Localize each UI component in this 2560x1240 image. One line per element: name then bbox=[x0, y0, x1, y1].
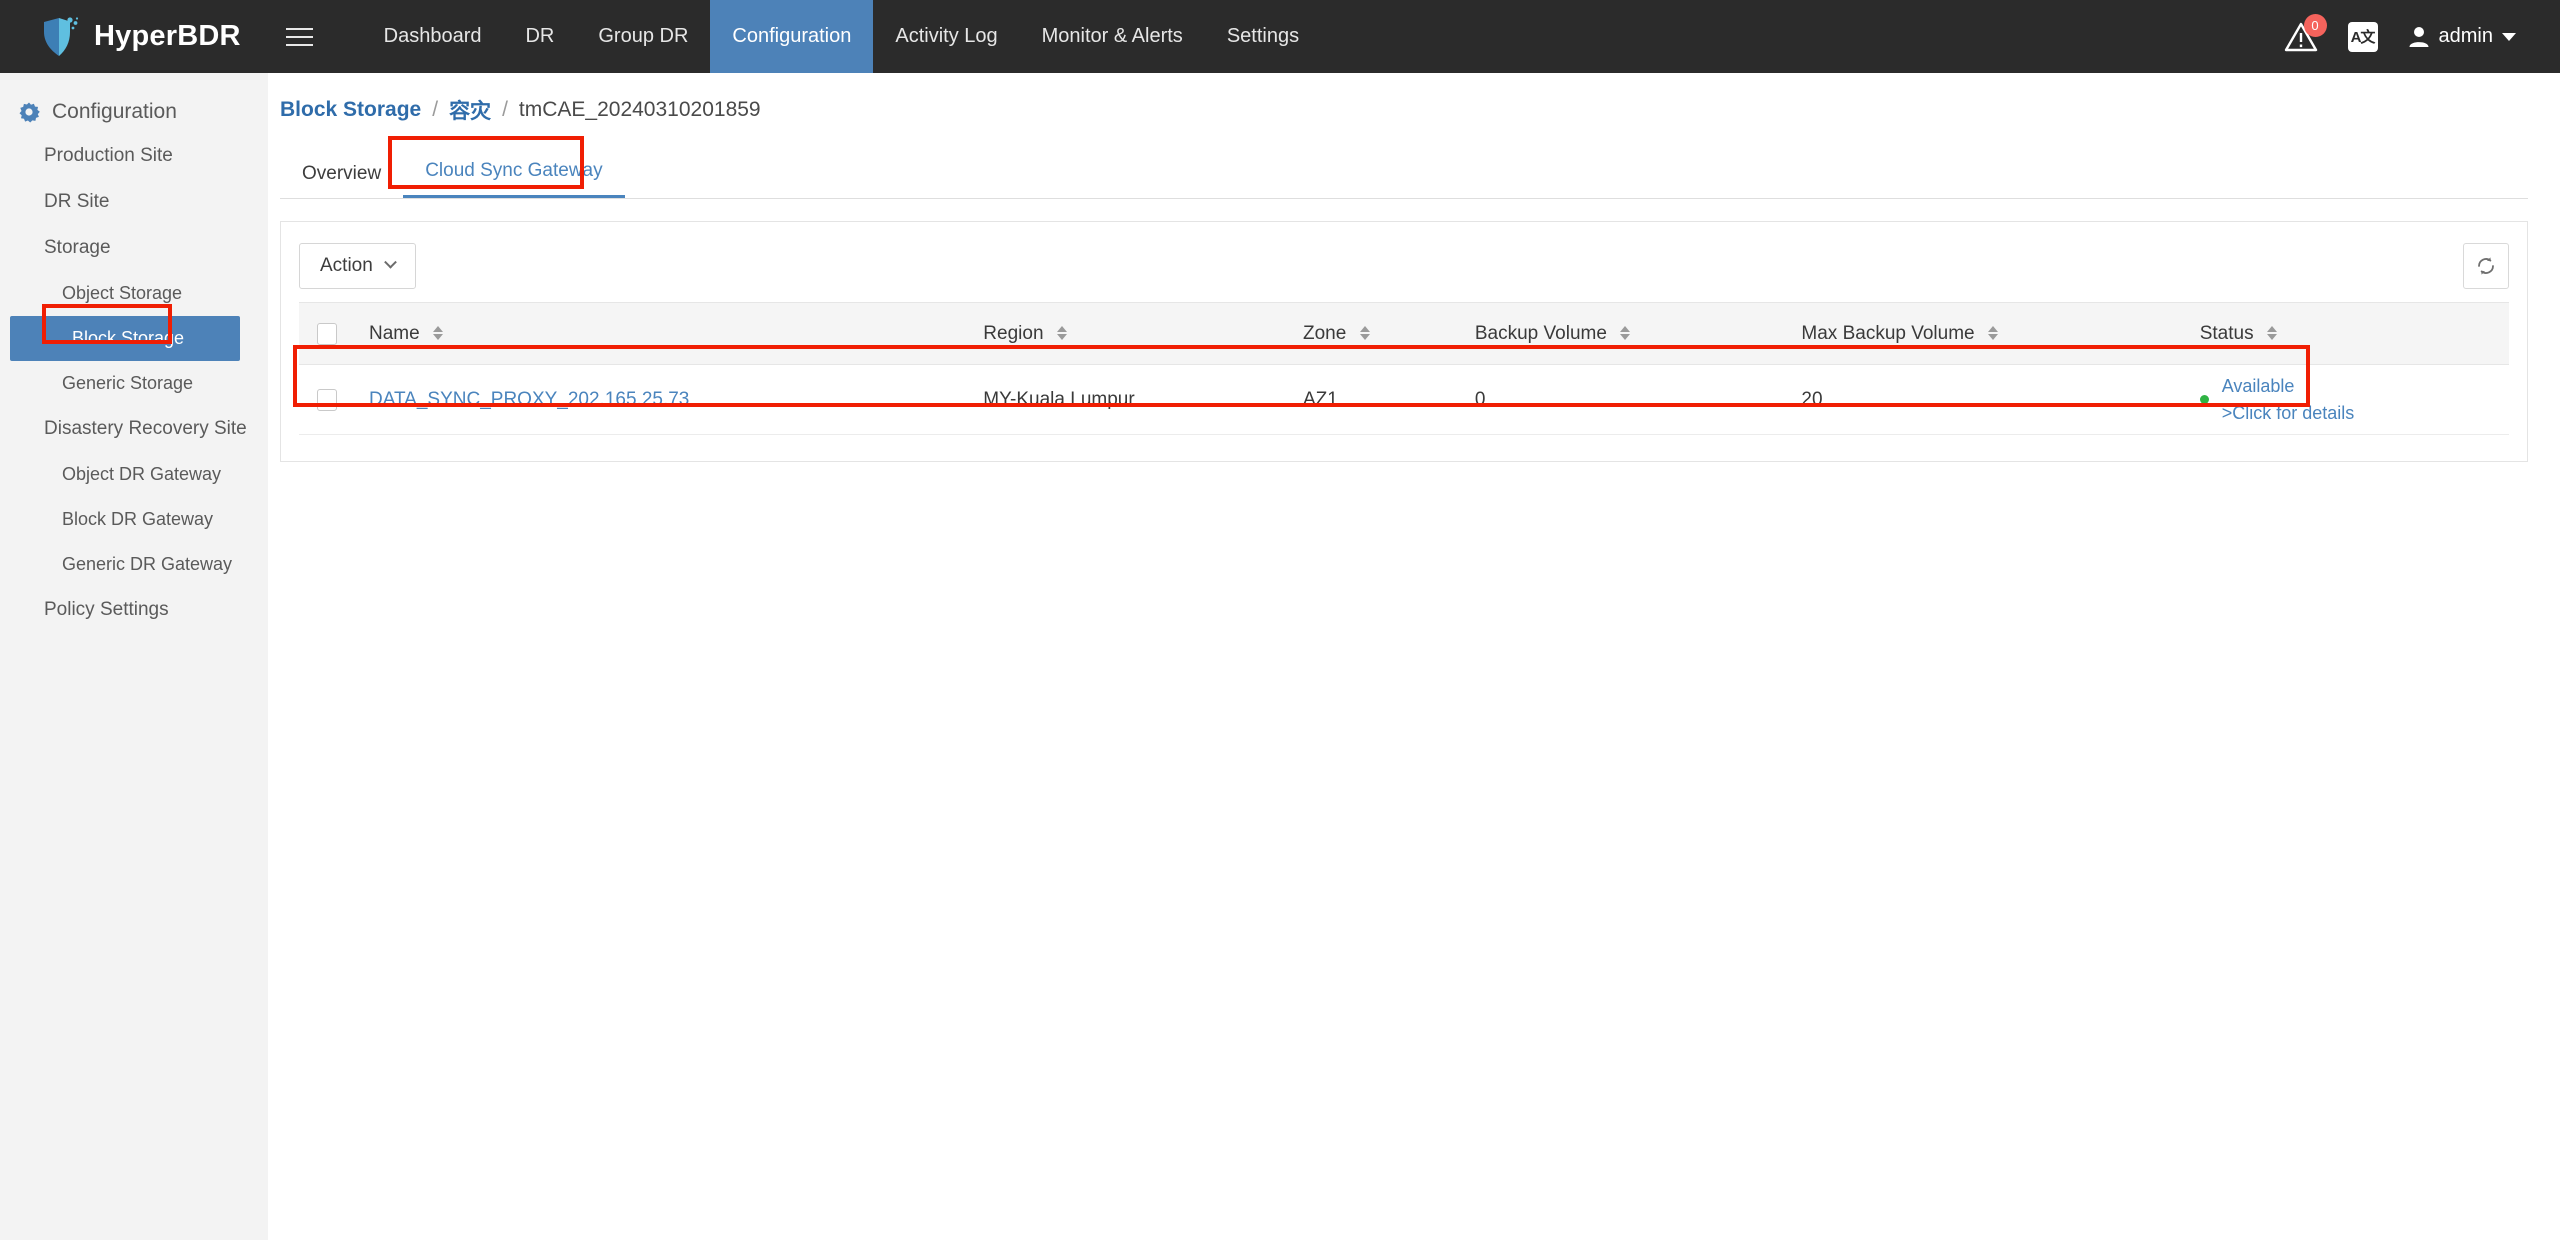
content-card: Action Name Region Zone Backup Volume Ma… bbox=[280, 221, 2528, 462]
status-text-group: Available >Click for details bbox=[2222, 375, 2355, 424]
sidebar-item-production-site[interactable]: Production Site bbox=[0, 133, 268, 179]
brand-name: HyperBDR bbox=[94, 20, 241, 52]
cell-backup-volume: 0 bbox=[1458, 364, 1786, 435]
column-header-region[interactable]: Region bbox=[967, 302, 1287, 365]
sidebar-item-generic-storage[interactable]: Generic Storage bbox=[0, 361, 268, 406]
table-header-row: Name Region Zone Backup Volume Max Backu… bbox=[299, 302, 2509, 365]
cloud-sync-gateway-table: Name Region Zone Backup Volume Max Backu… bbox=[299, 302, 2509, 435]
column-header-backup-volume[interactable]: Backup Volume bbox=[1458, 302, 1786, 365]
alert-warning-icon[interactable]: 0 bbox=[2284, 13, 2327, 54]
top-nav-actions: 0 A文 admin bbox=[2284, 13, 2516, 54]
breadcrumb-separator: / bbox=[502, 98, 508, 121]
brand[interactable]: HyperBDR bbox=[40, 16, 241, 58]
shield-logo-icon bbox=[40, 16, 80, 58]
sidebar-title-label: Configuration bbox=[52, 100, 177, 123]
column-label-backup-volume: Backup Volume bbox=[1474, 322, 1607, 344]
sort-icon[interactable] bbox=[432, 326, 443, 341]
column-header-max-backup-volume[interactable]: Max Backup Volume bbox=[1785, 302, 2184, 365]
sidebar-item-storage[interactable]: Storage bbox=[0, 225, 268, 271]
sidebar-item-object-dr-gateway[interactable]: Object DR Gateway bbox=[0, 452, 268, 497]
column-header-name[interactable]: Name bbox=[353, 302, 968, 365]
row-select-cell bbox=[299, 364, 353, 435]
nav-item-settings[interactable]: Settings bbox=[1205, 0, 1321, 73]
table-body: DATA_SYNC_PROXY_202.165.25.73 MY-Kuala L… bbox=[299, 364, 2509, 435]
sort-icon[interactable] bbox=[1620, 326, 1631, 341]
column-header-zone[interactable]: Zone bbox=[1287, 302, 1459, 365]
status-details-link[interactable]: >Click for details bbox=[2222, 402, 2355, 425]
column-header-status[interactable]: Status bbox=[2183, 302, 2509, 365]
tab-overview[interactable]: Overview bbox=[280, 163, 403, 198]
status-dot-icon bbox=[2199, 395, 2209, 404]
tab-bar: Overview Cloud Sync Gateway bbox=[280, 151, 2528, 199]
breadcrumb-block-storage[interactable]: Block Storage bbox=[280, 98, 421, 122]
breadcrumb: Block Storage / 容灾 / tmCAE_2024031020185… bbox=[268, 73, 2560, 125]
nav-item-configuration[interactable]: Configuration bbox=[710, 0, 874, 73]
sidebar-item-policy-settings[interactable]: Policy Settings bbox=[0, 587, 268, 633]
translate-icon[interactable]: A文 bbox=[2347, 21, 2378, 52]
select-all-checkbox[interactable] bbox=[317, 322, 337, 345]
cell-max-backup-volume: 20 bbox=[1785, 364, 2184, 435]
nav-item-group-dr[interactable]: Group DR bbox=[576, 0, 710, 73]
top-nav-links: Dashboard DR Group DR Configuration Acti… bbox=[362, 0, 1321, 73]
column-label-max-backup-volume: Max Backup Volume bbox=[1801, 322, 1975, 344]
cell-status: Available >Click for details bbox=[2183, 364, 2509, 435]
cell-zone: AZ1 bbox=[1287, 364, 1459, 435]
cell-name: DATA_SYNC_PROXY_202.165.25.73 bbox=[353, 364, 968, 435]
column-label-region: Region bbox=[983, 322, 1044, 344]
nav-item-dashboard[interactable]: Dashboard bbox=[362, 0, 504, 73]
action-button-label: Action bbox=[320, 255, 373, 276]
sidebar: Configuration Production Site DR Site St… bbox=[0, 73, 268, 1240]
sidebar-item-block-dr-gateway[interactable]: Block DR Gateway bbox=[0, 497, 268, 542]
refresh-icon bbox=[2478, 257, 2494, 275]
column-label-name: Name bbox=[369, 322, 420, 344]
cell-region: MY-Kuala Lumpur bbox=[967, 364, 1287, 435]
select-all-header bbox=[299, 302, 353, 365]
breadcrumb-rongzai[interactable]: 容灾 bbox=[449, 95, 491, 125]
sidebar-item-generic-dr-gateway[interactable]: Generic DR Gateway bbox=[0, 542, 268, 587]
nav-item-monitor-alerts[interactable]: Monitor & Alerts bbox=[1020, 0, 1205, 73]
nav-item-activity-log[interactable]: Activity Log bbox=[873, 0, 1019, 73]
gateway-name-link[interactable]: DATA_SYNC_PROXY_202.165.25.73 bbox=[369, 389, 689, 410]
alert-count-badge: 0 bbox=[2303, 13, 2327, 37]
action-button[interactable]: Action bbox=[299, 243, 416, 289]
table-row[interactable]: DATA_SYNC_PROXY_202.165.25.73 MY-Kuala L… bbox=[299, 364, 2509, 435]
sidebar-title: Configuration bbox=[0, 91, 268, 133]
column-label-zone: Zone bbox=[1303, 322, 1347, 344]
top-navigation-bar: HyperBDR Dashboard DR Group DR Configura… bbox=[0, 0, 2560, 73]
tab-cloud-sync-gateway[interactable]: Cloud Sync Gateway bbox=[403, 160, 625, 198]
sort-icon[interactable] bbox=[1987, 326, 1998, 341]
user-name: admin bbox=[2438, 25, 2493, 47]
main-content: Block Storage / 容灾 / tmCAE_2024031020185… bbox=[268, 73, 2560, 1240]
sidebar-item-object-storage[interactable]: Object Storage bbox=[0, 271, 268, 316]
user-avatar-icon bbox=[2409, 26, 2429, 47]
chevron-down-icon bbox=[2502, 32, 2516, 41]
sort-icon[interactable] bbox=[2266, 326, 2277, 341]
sort-icon[interactable] bbox=[1359, 326, 1370, 341]
breadcrumb-separator: / bbox=[432, 98, 439, 121]
gear-config-icon bbox=[19, 102, 40, 123]
refresh-button[interactable] bbox=[2463, 243, 2509, 289]
sidebar-item-dr-site[interactable]: DR Site bbox=[0, 179, 268, 225]
column-label-status: Status bbox=[2199, 322, 2254, 344]
sidebar-item-disaster-recovery-site[interactable]: Disastery Recovery Site bbox=[0, 406, 268, 452]
hamburger-menu-icon[interactable] bbox=[285, 22, 320, 52]
row-checkbox[interactable] bbox=[317, 388, 337, 411]
table-toolbar: Action bbox=[299, 242, 2509, 290]
status-badge: Available >Click for details bbox=[2199, 375, 2493, 424]
chevron-down-icon bbox=[383, 255, 397, 269]
sidebar-item-block-storage[interactable]: Block Storage bbox=[10, 316, 240, 361]
nav-item-dr[interactable]: DR bbox=[503, 0, 576, 73]
status-label: Available bbox=[2221, 376, 2295, 396]
sort-icon[interactable] bbox=[1056, 326, 1067, 341]
user-menu[interactable]: admin bbox=[2408, 25, 2516, 49]
breadcrumb-current: tmCAE_20240310201859 bbox=[518, 98, 761, 121]
table-header: Name Region Zone Backup Volume Max Backu… bbox=[299, 302, 2509, 365]
